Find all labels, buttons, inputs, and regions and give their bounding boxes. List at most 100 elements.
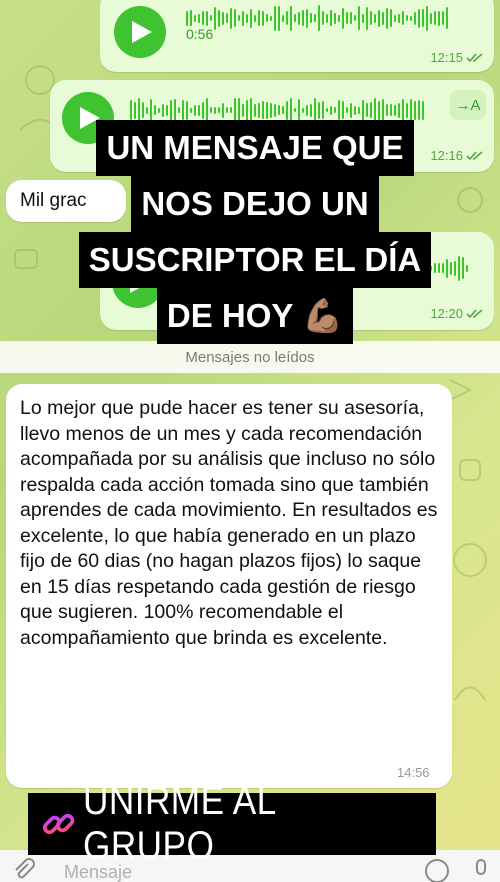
join-group-button[interactable]: UNIRME AL GRUPO: [28, 779, 436, 868]
microphone-icon[interactable]: [470, 858, 492, 882]
waveform-bar: [362, 99, 364, 121]
attach-icon[interactable]: [10, 856, 36, 882]
waveform-bar: [466, 264, 468, 272]
waveform-bar: [214, 6, 216, 30]
waveform-bar: [282, 106, 284, 114]
waveform-bar: [322, 101, 324, 119]
waveform-bar: [214, 106, 216, 114]
waveform-bar: [238, 15, 240, 21]
waveform-bar: [334, 107, 336, 113]
waveform-bar: [218, 107, 220, 113]
waveform-bar: [218, 9, 220, 27]
double-check-icon: [466, 308, 484, 319]
waveform-bar: [194, 14, 196, 22]
waveform-bar: [378, 9, 380, 27]
waveform-bar: [346, 107, 348, 113]
waveform-bar: [234, 98, 236, 122]
transcribe-button[interactable]: →A: [450, 90, 486, 120]
waveform-bar: [166, 104, 168, 116]
waveform-bar: [462, 257, 464, 279]
waveform-bar: [414, 11, 416, 25]
waveform-bar: [398, 102, 400, 118]
double-check-icon: [466, 150, 484, 161]
message-time: 12:15: [430, 50, 484, 65]
waveform-bar: [426, 5, 428, 31]
play-button[interactable]: [114, 6, 166, 58]
link-icon: [42, 813, 75, 835]
message-time: 14:56: [397, 765, 430, 780]
voice-message-bubble[interactable]: 0:56 12:15: [100, 0, 494, 72]
waveform-bar: [186, 100, 188, 120]
waveform-bar: [310, 103, 312, 117]
waveform-bar: [410, 99, 412, 121]
waveform-bar: [342, 101, 344, 119]
waveform-bar: [318, 5, 320, 31]
waveform-bar: [402, 98, 404, 122]
waveform-bar: [230, 7, 232, 29]
waveform-bar: [282, 14, 284, 22]
waveform-bar: [278, 5, 280, 31]
waveform-bar: [370, 102, 372, 118]
waveform-bar: [422, 9, 424, 27]
waveform-bar: [270, 102, 272, 118]
waveform-bar: [142, 102, 144, 118]
waveform-bar: [418, 8, 420, 28]
waveform-bar: [286, 11, 288, 25]
waveform-bar: [438, 10, 440, 26]
waveform-bar: [234, 9, 236, 27]
waveform-bar: [302, 10, 304, 26]
waveform-bar: [278, 105, 280, 115]
waveform-bar: [322, 11, 324, 25]
waveform-bar: [326, 13, 328, 23]
waveform-bar: [162, 103, 164, 117]
message-text: Lo mejor que pude hacer es tener su ases…: [20, 397, 438, 649]
waveform-bar: [382, 99, 384, 121]
waveform-bar: [306, 104, 308, 116]
waveform-bar: [366, 6, 368, 30]
waveform-bar: [194, 104, 196, 116]
waveform-bar: [174, 98, 176, 122]
waveform-bar: [226, 107, 228, 113]
waveform-bar: [246, 13, 248, 23]
waveform-bar: [266, 101, 268, 119]
waveform-bar: [330, 10, 332, 26]
waveform-bar: [210, 15, 212, 21]
waveform-bar: [422, 100, 424, 120]
waveform-bar: [366, 103, 368, 117]
waveform-bar: [358, 6, 360, 30]
overlay-caption: UN MENSAJE QUE NOS DEJO UN SUSCRIPTOR EL…: [70, 120, 440, 344]
waveform-bar: [434, 11, 436, 25]
waveform-bar: [450, 261, 452, 275]
waveform-bar: [330, 105, 332, 115]
waveform-bar: [242, 103, 244, 117]
waveform-bar: [258, 102, 260, 118]
waveform-bar: [222, 102, 224, 118]
sticker-icon[interactable]: [424, 858, 450, 882]
overlay-caption-line: DE HOY 💪🏽: [156, 288, 354, 344]
waveform-bar: [358, 106, 360, 114]
waveform-bar: [302, 107, 304, 113]
waveform-bar: [414, 100, 416, 120]
waveform-bar: [258, 10, 260, 26]
waveform-bar: [198, 13, 200, 23]
waveform-bar: [266, 14, 268, 22]
waveform-bar: [406, 102, 408, 118]
waveform-bar: [190, 107, 192, 113]
waveform-bar: [442, 263, 444, 273]
waveform-bar: [310, 13, 312, 23]
waveform-bar: [274, 103, 276, 117]
overlay-caption-line: SUSCRIPTOR EL DÍA: [78, 232, 432, 288]
waveform-bar: [250, 98, 252, 122]
waveform-bar: [202, 101, 204, 119]
waveform-bar: [186, 10, 188, 26]
waveform-bar: [178, 107, 180, 113]
waveform-bar: [314, 98, 316, 122]
waveform-bar: [398, 13, 400, 23]
waveform-bar: [362, 13, 364, 23]
audio-waveform[interactable]: [186, 4, 448, 32]
waveform-bar: [298, 11, 300, 25]
waveform-bar: [130, 100, 132, 120]
waveform-bar: [446, 7, 448, 29]
waveform-bar: [382, 11, 384, 25]
waveform-bar: [374, 98, 376, 122]
